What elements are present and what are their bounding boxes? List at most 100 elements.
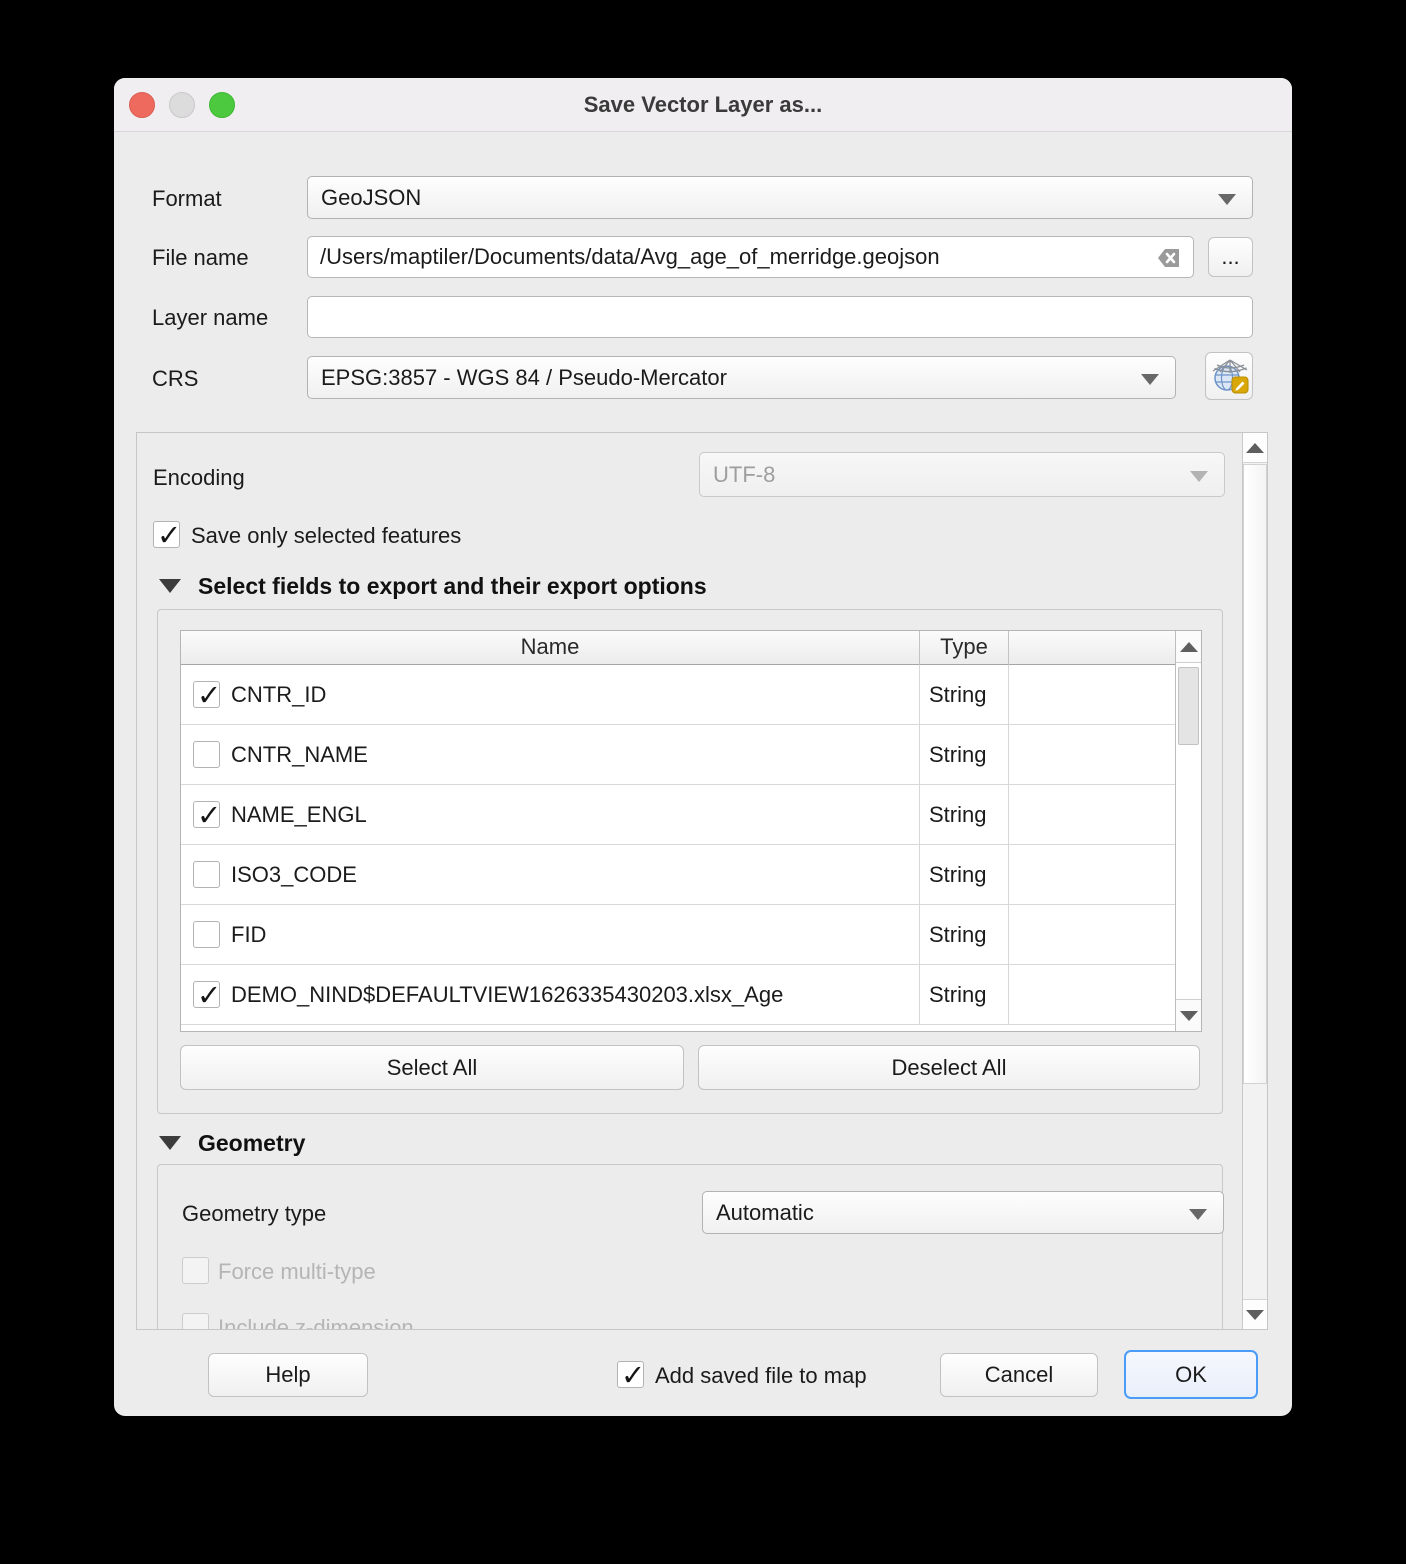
- table-row[interactable]: CNTR_ID String: [181, 665, 1175, 725]
- help-button[interactable]: Help: [208, 1353, 368, 1397]
- chevron-down-icon: [1141, 373, 1159, 385]
- triangle-up-icon: [1179, 641, 1198, 652]
- table-row[interactable]: DEMO_NIND$DEFAULTVIEW1626335430203.xlsx_…: [181, 965, 1175, 1025]
- field-name-cell: FID: [181, 905, 920, 964]
- force-multi-type-checkbox: [182, 1257, 209, 1284]
- file-name-value: /Users/maptiler/Documents/data/Avg_age_o…: [320, 244, 940, 269]
- scroll-down-button[interactable]: [1176, 999, 1201, 1031]
- field-name: CNTR_ID: [231, 681, 327, 707]
- select-all-label: Select All: [386, 1054, 478, 1080]
- field-checkbox[interactable]: [193, 861, 220, 888]
- field-name-cell: ISO3_CODE: [181, 845, 920, 904]
- save-only-selected-label[interactable]: Save only selected features: [191, 523, 461, 549]
- field-type: String: [920, 905, 1009, 964]
- file-name-input[interactable]: /Users/maptiler/Documents/data/Avg_age_o…: [307, 236, 1194, 278]
- encoding-value: UTF-8: [713, 461, 776, 487]
- chevron-down-icon: [1218, 193, 1236, 205]
- force-multi-type-label: Force multi-type: [218, 1259, 376, 1284]
- fields-table: Name Type CNTR_ID String CNTR_NAME Strin…: [180, 630, 1202, 1032]
- titlebar[interactable]: Save Vector Layer as...: [114, 78, 1292, 132]
- chevron-down-icon: [1189, 1208, 1207, 1220]
- geometry-type-value: Automatic: [716, 1199, 814, 1225]
- field-checkbox[interactable]: [193, 741, 220, 768]
- options-content: Encoding UTF-8 Save only selected featur…: [137, 433, 1244, 1330]
- format-label: Format: [152, 186, 222, 211]
- column-header-type[interactable]: Type: [920, 631, 1009, 665]
- cancel-button[interactable]: Cancel: [940, 1353, 1098, 1397]
- cancel-label: Cancel: [984, 1362, 1054, 1387]
- clear-field-icon[interactable]: [1149, 246, 1181, 270]
- table-row[interactable]: FID String: [181, 905, 1175, 965]
- save-vector-layer-dialog: Save Vector Layer as... Format GeoJSON F…: [114, 78, 1292, 1416]
- screen-background: Save Vector Layer as... Format GeoJSON F…: [0, 0, 1406, 1564]
- column-header-name[interactable]: Name: [181, 631, 920, 665]
- field-name: CNTR_NAME: [231, 741, 368, 767]
- layer-name-input[interactable]: [307, 296, 1253, 338]
- field-name-cell: CNTR_ID: [181, 665, 920, 724]
- fields-table-scrollbar[interactable]: [1175, 631, 1201, 1031]
- field-name-cell: CNTR_NAME: [181, 725, 920, 784]
- field-name: FID: [231, 921, 267, 947]
- field-name-cell: NAME_ENGL: [181, 785, 920, 844]
- fields-section-collapse-icon[interactable]: [159, 579, 181, 593]
- field-name: NAME_ENGL: [231, 801, 367, 827]
- field-type: String: [920, 725, 1009, 784]
- select-all-button[interactable]: Select All: [180, 1045, 684, 1090]
- options-scrollbar[interactable]: [1242, 433, 1267, 1329]
- format-value: GeoJSON: [321, 184, 422, 210]
- geometry-type-dropdown[interactable]: Automatic: [702, 1191, 1224, 1234]
- browse-file-button[interactable]: ...: [1208, 237, 1253, 277]
- layer-name-label: Layer name: [152, 305, 269, 330]
- encoding-label: Encoding: [153, 465, 245, 490]
- scroll-up-button[interactable]: [1243, 433, 1267, 463]
- scroll-up-button[interactable]: [1176, 631, 1201, 663]
- field-name: ISO3_CODE: [231, 861, 357, 887]
- fields-section-title[interactable]: Select fields to export and their export…: [198, 573, 707, 600]
- include-z-dimension-checkbox: [182, 1313, 209, 1329]
- table-row[interactable]: CNTR_NAME String: [181, 725, 1175, 785]
- geometry-section-collapse-icon[interactable]: [159, 1136, 181, 1150]
- encoding-dropdown: UTF-8: [699, 452, 1225, 497]
- chevron-down-icon: [1190, 470, 1208, 482]
- crs-dropdown[interactable]: EPSG:3857 - WGS 84 / Pseudo-Mercator: [307, 356, 1176, 399]
- field-name: DEMO_NIND$DEFAULTVIEW1626335430203.xlsx_…: [231, 981, 784, 1007]
- globe-projection-edit-icon: [1212, 359, 1249, 394]
- field-checkbox[interactable]: [193, 921, 220, 948]
- scrollbar-thumb[interactable]: [1178, 667, 1199, 745]
- scrollbar-thumb[interactable]: [1243, 464, 1267, 1084]
- browse-file-label: ...: [1221, 244, 1240, 269]
- field-checkbox[interactable]: [193, 978, 221, 1013]
- field-type: String: [920, 845, 1009, 904]
- geometry-section-title[interactable]: Geometry: [198, 1130, 305, 1157]
- crs-label: CRS: [152, 366, 199, 391]
- field-checkbox[interactable]: [193, 678, 221, 713]
- fields-groupbox: Name Type CNTR_ID String CNTR_NAME Strin…: [157, 609, 1223, 1114]
- table-row[interactable]: NAME_ENGL String: [181, 785, 1175, 845]
- ok-label: OK: [1175, 1361, 1207, 1387]
- dialog-title: Save Vector Layer as...: [583, 92, 823, 117]
- field-type: String: [920, 965, 1009, 1024]
- include-z-dimension-label: Include z-dimension: [218, 1315, 414, 1330]
- add-saved-file-checkbox[interactable]: [617, 1358, 645, 1393]
- options-scroll-area: Encoding UTF-8 Save only selected featur…: [136, 432, 1268, 1330]
- dialog-footer: Help Add saved file to map Cancel OK: [114, 1330, 1292, 1416]
- ok-button[interactable]: OK: [1124, 1350, 1258, 1399]
- save-only-selected-checkbox[interactable]: [153, 518, 181, 553]
- field-type: String: [920, 785, 1009, 844]
- crs-value: EPSG:3857 - WGS 84 / Pseudo-Mercator: [321, 364, 727, 390]
- format-dropdown[interactable]: GeoJSON: [307, 176, 1253, 219]
- file-name-label: File name: [152, 245, 249, 270]
- triangle-up-icon: [1246, 442, 1264, 453]
- geometry-groupbox: Geometry type Automatic Force multi-type…: [157, 1164, 1224, 1330]
- fields-table-header: Name Type: [181, 631, 1175, 665]
- field-checkbox[interactable]: [193, 798, 221, 833]
- table-row[interactable]: ISO3_CODE String: [181, 845, 1175, 905]
- deselect-all-button[interactable]: Deselect All: [698, 1045, 1200, 1090]
- triangle-down-icon: [1246, 1309, 1264, 1320]
- scroll-down-button[interactable]: [1243, 1299, 1267, 1329]
- crs-picker-button[interactable]: [1205, 352, 1253, 400]
- deselect-all-label: Deselect All: [891, 1054, 1007, 1080]
- add-saved-file-label[interactable]: Add saved file to map: [655, 1363, 867, 1389]
- field-name-cell: DEMO_NIND$DEFAULTVIEW1626335430203.xlsx_…: [181, 965, 920, 1024]
- help-label: Help: [265, 1362, 311, 1387]
